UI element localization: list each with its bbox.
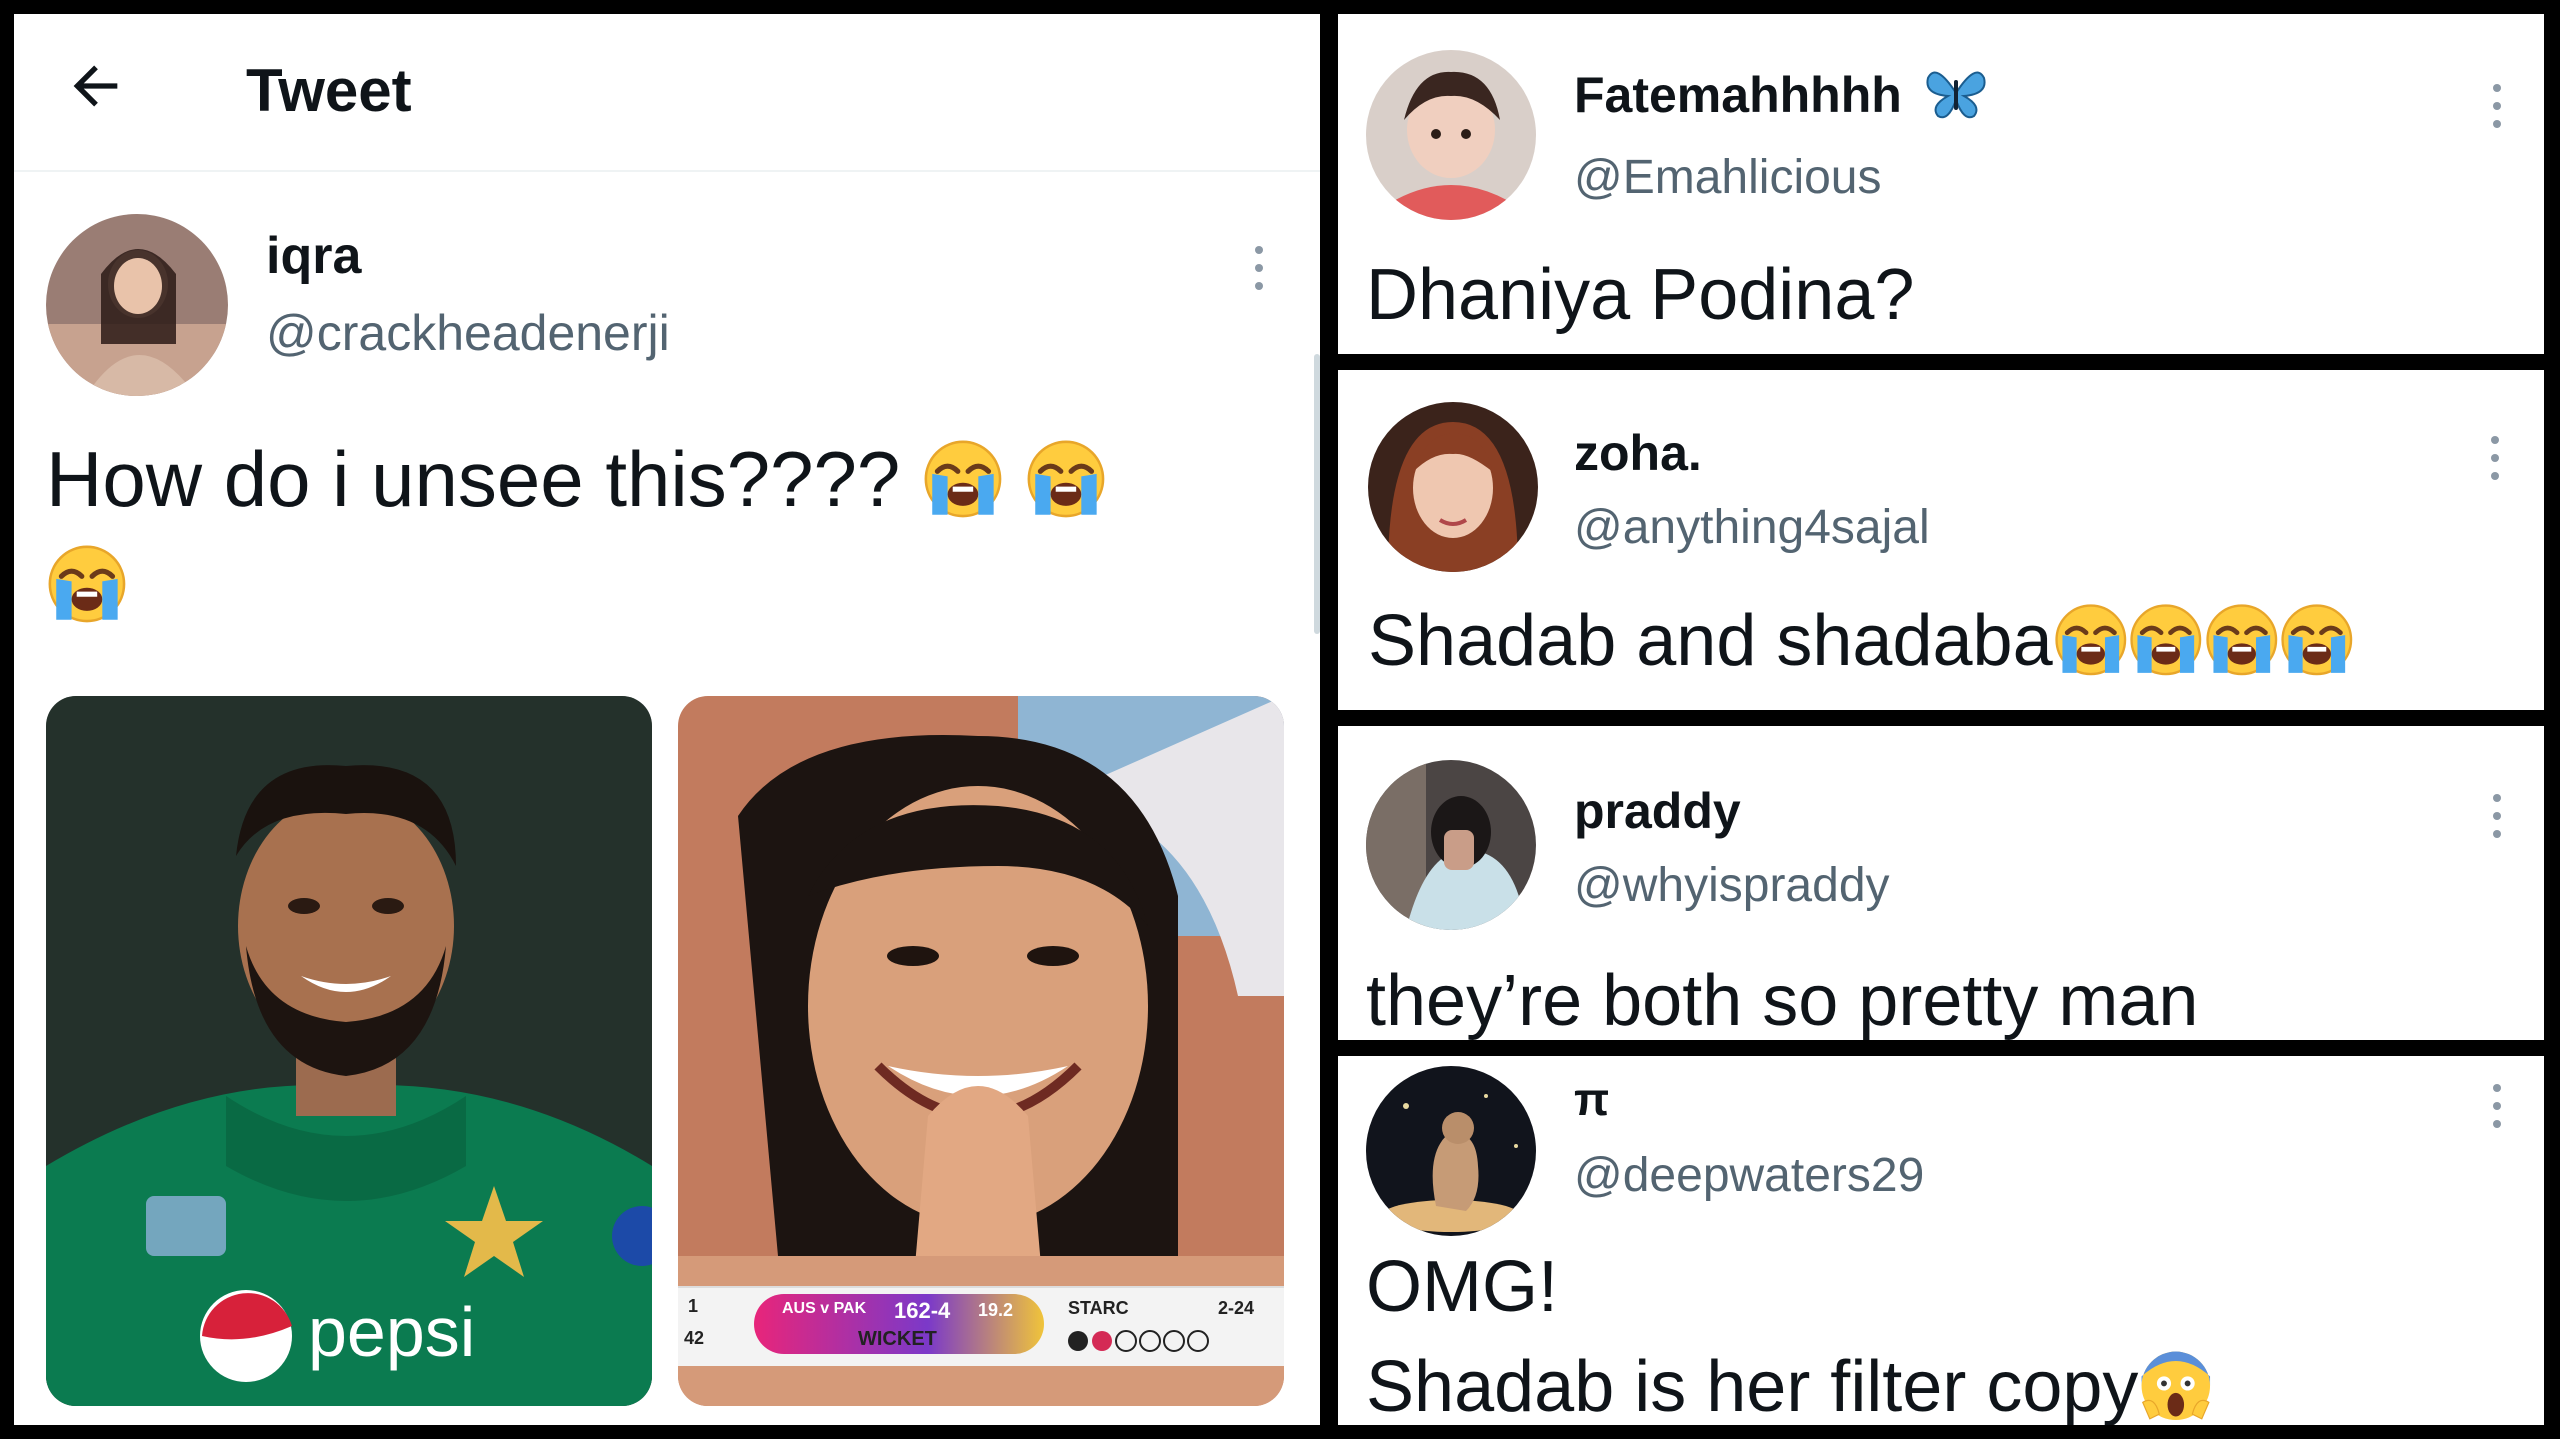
top-bar: Tweet [14, 14, 1320, 172]
scoreboard: 1 42 AUS v PAK 162-4 19.2 WICKET STARC 2… [678, 1286, 1284, 1366]
scoreboard-left-b: 42 [684, 1328, 705, 1348]
tweet-text-line2 [46, 539, 128, 630]
page-title: Tweet [246, 57, 412, 124]
scrollbar[interactable] [1314, 354, 1320, 634]
reply-text-line1: OMG! [1366, 1247, 1558, 1327]
author-name[interactable]: zoha. [1574, 424, 1702, 482]
author-name[interactable]: Fatemahhhhh [1574, 66, 1986, 124]
more-options-icon[interactable] [1252, 246, 1266, 302]
crying-emoji-icon [1025, 435, 1107, 523]
author-name[interactable]: π [1574, 1072, 1609, 1126]
tweet-text-content: How do i unsee this???? [46, 435, 901, 523]
back-arrow-icon[interactable] [64, 54, 128, 118]
tweet-image-cricketer[interactable]: pepsi [46, 696, 652, 1406]
screaming-emoji-icon [2138, 1347, 2214, 1425]
scoreboard-score: 162-4 [894, 1298, 951, 1323]
scoreboard-event: WICKET [858, 1328, 937, 1350]
more-options-icon[interactable] [2490, 84, 2504, 140]
reply-card[interactable]: zoha. @anything4sajal Shadab and shadaba [1338, 370, 2544, 710]
author-name-text: Fatemahhhhh [1574, 67, 1902, 123]
crying-emoji-icon [46, 540, 128, 628]
avatar[interactable] [1368, 402, 1538, 572]
reply-text-line2: Shadab is her filter copy [1366, 1346, 2214, 1425]
reply-card[interactable]: praddy @whyispraddy they’re both so pret… [1338, 726, 2544, 1040]
scoreboard-bowler: STARC [1068, 1298, 1129, 1318]
reply-text: they’re both so pretty man [1366, 961, 2199, 1040]
reply-card[interactable]: π @deepwaters29 OMG! Shadab is her filte… [1338, 1056, 2544, 1425]
reply-card[interactable]: Fatemahhhhh @Emahlicious Dhaniya Podina? [1338, 14, 2544, 354]
author-handle[interactable]: @Emahlicious [1574, 150, 1882, 205]
author-handle[interactable]: @whyispraddy [1574, 858, 1890, 913]
tweet-detail-panel: Tweet iqra @crackheadenerji How do i uns… [14, 14, 1320, 1425]
crying-emoji-icon [922, 435, 1004, 523]
avatar[interactable] [1366, 1066, 1536, 1236]
author-handle[interactable]: @deepwaters29 [1574, 1148, 1924, 1203]
author-name[interactable]: iqra [266, 226, 361, 286]
avatar[interactable] [46, 214, 228, 396]
crying-emoji-icon [2128, 601, 2204, 681]
reply-text: Shadab and shadaba [1368, 600, 2355, 682]
sponsor-text: pepsi [308, 1293, 475, 1371]
avatar[interactable] [1366, 50, 1536, 220]
more-options-icon[interactable] [2490, 794, 2504, 850]
scoreboard-bowler-figures: 2-24 [1218, 1298, 1255, 1318]
balls-indicator [1068, 1330, 1209, 1352]
crying-emoji-icon [2279, 601, 2355, 681]
reply-text-content: Shadab and shadaba [1368, 601, 2053, 681]
crying-emoji-icon [2053, 601, 2129, 681]
crying-emoji-icon [2204, 601, 2280, 681]
tweet-text: How do i unsee this???? [46, 434, 1107, 525]
butterfly-emoji-icon [1926, 71, 1986, 119]
scoreboard-left-a: 1 [688, 1296, 699, 1316]
reply-text-content: Shadab is her filter copy [1366, 1347, 2139, 1425]
avatar[interactable] [1366, 760, 1536, 930]
tweet-image-spectator[interactable]: 1 42 AUS v PAK 162-4 19.2 WICKET STARC 2… [678, 696, 1284, 1406]
author-handle[interactable]: @anything4sajal [1574, 500, 1930, 555]
author-handle[interactable]: @crackheadenerji [266, 304, 670, 362]
scoreboard-teams: AUS v PAK [782, 1300, 867, 1317]
scoreboard-overs: 19.2 [978, 1300, 1014, 1320]
author-name[interactable]: praddy [1574, 782, 1741, 840]
more-options-icon[interactable] [2490, 1084, 2504, 1140]
more-options-icon[interactable] [2488, 436, 2502, 492]
reply-text: Dhaniya Podina? [1366, 255, 1915, 335]
